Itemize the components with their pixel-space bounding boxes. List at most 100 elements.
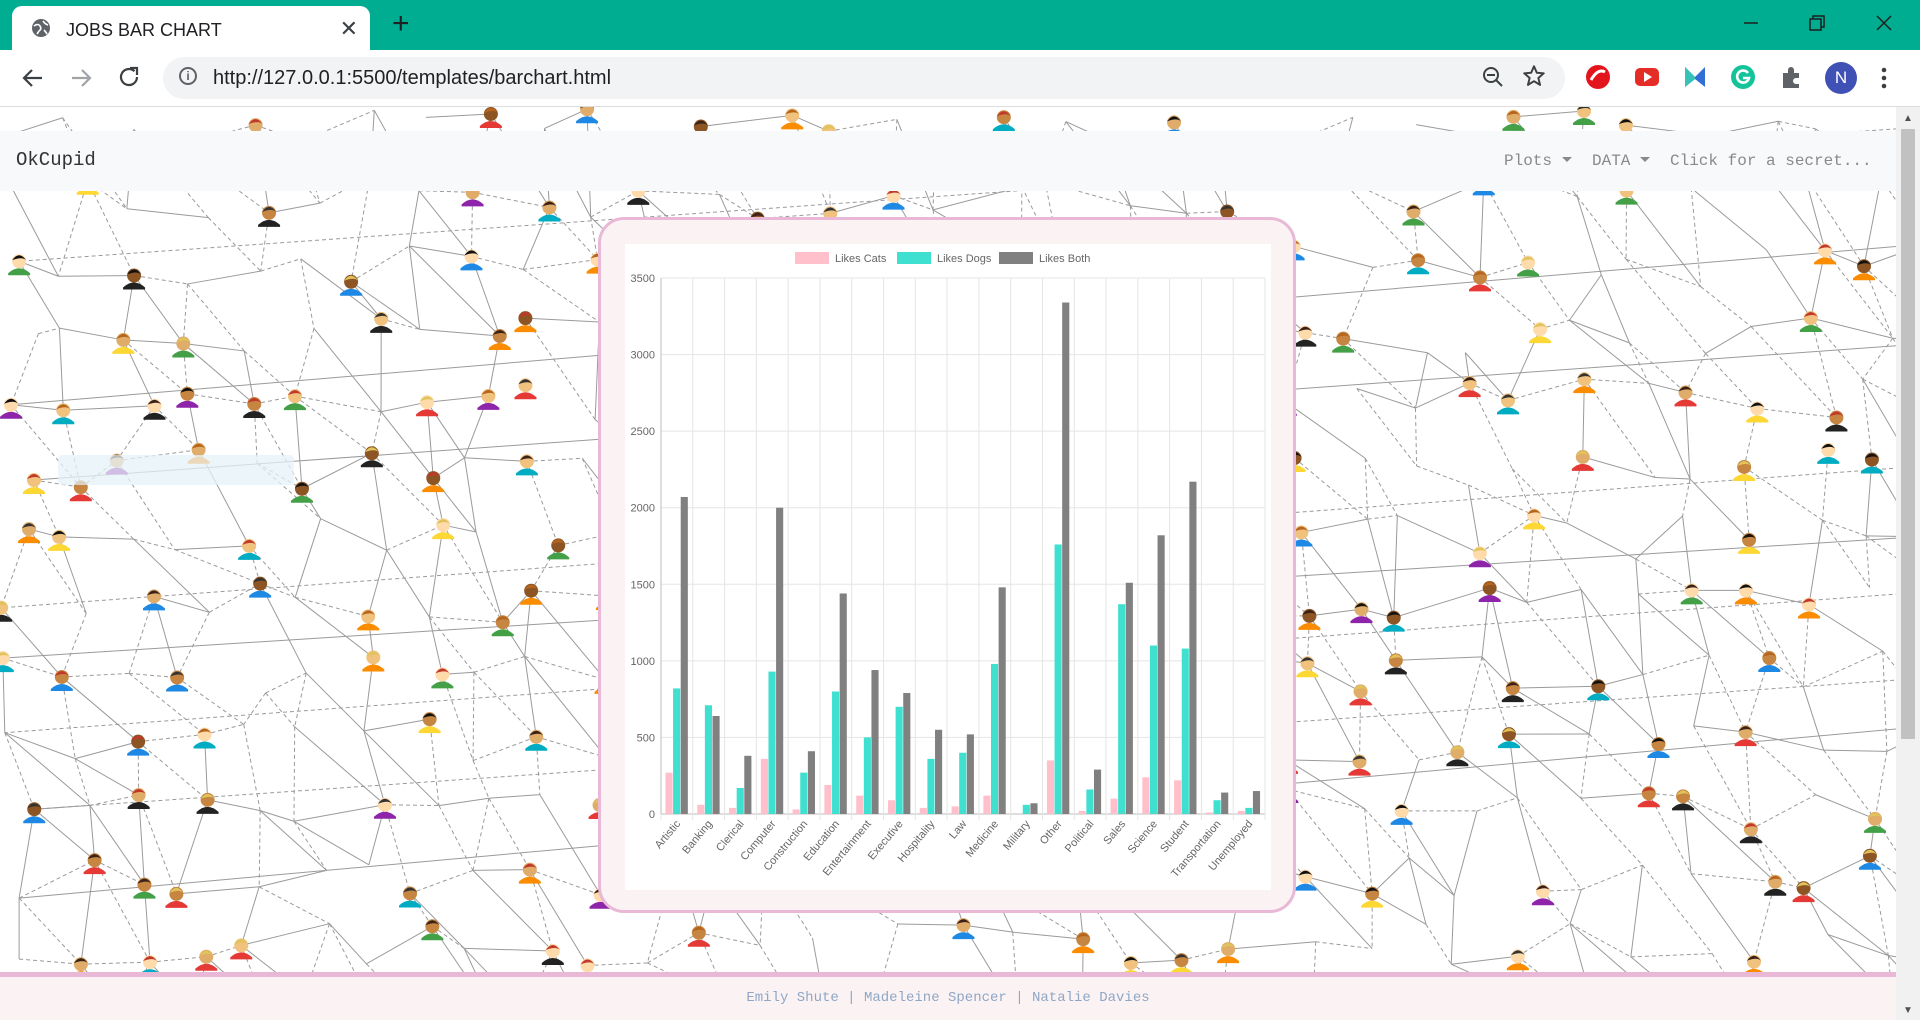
plots-dropdown[interactable]: Plots <box>1504 152 1573 170</box>
bar-banking-likes-dogs <box>704 705 712 814</box>
x-tick-label: Military <box>1001 818 1033 853</box>
close-tab-icon[interactable]: ✕ <box>340 16 358 42</box>
minimize-icon[interactable] <box>1740 12 1762 34</box>
plots-label: Plots <box>1504 152 1553 170</box>
browser-tab-bar: JOBS BAR CHART ✕ + <box>0 0 1920 50</box>
bar-sales-likes-dogs <box>1118 604 1126 814</box>
forward-arrow-icon[interactable] <box>68 66 94 90</box>
bar-construction-likes-dogs <box>800 772 808 814</box>
bar-political-likes-dogs <box>1086 789 1094 814</box>
chart-panel: Likes Cats Likes Dogs Likes Both 0 500 1000 15… <box>625 244 1271 890</box>
address-bar[interactable]: i http://127.0.0.1:5500/templates/barcha… <box>163 57 1565 99</box>
legend-label-1: Likes Cats <box>835 253 887 265</box>
bar-executive-likes-cats <box>887 800 896 814</box>
legend-swatch-1 <box>795 252 829 264</box>
web-page: OkCupid Plots DATA Click for a secret...… <box>0 107 1896 1020</box>
bar-sales-likes-cats <box>1110 798 1118 814</box>
close-window-icon[interactable] <box>1873 12 1895 34</box>
bar-other-likes-cats <box>1046 760 1055 814</box>
scroll-down-arrow-icon[interactable]: ▼ <box>1903 1005 1913 1016</box>
x-tick-label: Sales <box>1101 818 1128 847</box>
bar-artistic-likes-both <box>680 496 688 814</box>
puzzle-extensions-icon[interactable] <box>1778 64 1804 90</box>
y-tick-label: 1500 <box>631 579 655 591</box>
bar-student-likes-both <box>1189 481 1197 814</box>
grammarly-extension-icon[interactable] <box>1730 64 1756 90</box>
bar-hospitality-likes-cats <box>919 807 927 814</box>
bar-military-likes-both <box>1030 803 1038 814</box>
bar-science-likes-cats <box>1142 777 1150 814</box>
tab-title: JOBS BAR CHART <box>66 20 222 40</box>
bar-law-likes-cats <box>951 806 959 814</box>
bar-banking-likes-cats <box>697 804 705 814</box>
browser-tab[interactable]: JOBS BAR CHART ✕ <box>12 6 370 50</box>
bar-medicine-likes-both <box>998 587 1006 814</box>
data-label: DATA <box>1592 152 1631 170</box>
legend-label-2: Likes Dogs <box>937 253 992 265</box>
secret-link[interactable]: Click for a secret... <box>1670 152 1872 170</box>
data-dropdown[interactable]: DATA <box>1592 152 1651 170</box>
jobs-bar-chart: Likes Cats Likes Dogs Likes Both 0 500 1000 15… <box>631 252 1266 880</box>
bar-executive-likes-both <box>903 693 911 814</box>
y-tick-label: 0 <box>649 809 655 821</box>
x-tick-label: Political <box>1063 818 1097 855</box>
restore-icon[interactable] <box>1806 12 1828 34</box>
back-arrow-icon[interactable] <box>20 66 46 90</box>
new-tab-button[interactable]: + <box>392 9 410 39</box>
scroll-up-arrow-icon[interactable]: ▲ <box>1903 113 1913 124</box>
footer-credits: Emily Shute | Madeleine Spencer | Natali… <box>746 990 1150 1006</box>
bar-executive-likes-dogs <box>895 706 903 814</box>
bar-transportation-likes-both <box>1221 792 1229 814</box>
more-menu-icon[interactable] <box>1880 66 1888 90</box>
zoom-out-icon[interactable] <box>1481 65 1505 89</box>
site-navbar: OkCupid Plots DATA Click for a secret... <box>0 131 1896 191</box>
x-tick-label: Clerical <box>714 818 747 854</box>
bar-other-likes-both <box>1062 302 1070 814</box>
bar-student-likes-dogs <box>1181 648 1189 814</box>
bar-clerical-likes-dogs <box>736 787 744 814</box>
y-tick-label: 2000 <box>631 503 655 515</box>
bookmark-star-icon[interactable] <box>1521 63 1547 89</box>
bar-entertainment-likes-both <box>871 670 879 814</box>
chart-legend: Likes Cats Likes Dogs Likes Both <box>795 252 1090 265</box>
x-tick-label: Medicine <box>964 818 1001 859</box>
globe-icon <box>32 19 50 37</box>
bar-entertainment-likes-cats <box>856 795 864 814</box>
bar-construction-likes-cats <box>792 809 800 814</box>
bar-unemployed-likes-cats <box>1237 810 1245 814</box>
bar-sales-likes-both <box>1125 582 1133 814</box>
url-text[interactable]: http://127.0.0.1:5500/templates/barchart… <box>213 67 611 90</box>
x-tick-label: Banking <box>680 818 715 856</box>
reload-icon[interactable] <box>116 64 142 90</box>
trend-micro-extension-icon[interactable] <box>1585 64 1611 90</box>
bar-education-likes-both <box>839 593 847 814</box>
profile-avatar[interactable]: N <box>1825 62 1857 94</box>
bar-political-likes-both <box>1093 769 1102 814</box>
bookmark-extension-icon[interactable] <box>1682 64 1708 90</box>
youtube-extension-icon[interactable] <box>1634 64 1660 90</box>
bar-clerical-likes-both <box>744 755 752 814</box>
chart-grid <box>660 277 1266 820</box>
bar-science-likes-dogs <box>1149 645 1158 814</box>
scrollbar-thumb[interactable] <box>1901 129 1915 739</box>
chart-card: Likes Cats Likes Dogs Likes Both 0 500 1000 15… <box>598 217 1296 913</box>
bar-artistic-likes-dogs <box>673 688 681 814</box>
bar-unemployed-likes-dogs <box>1245 807 1253 814</box>
bar-education-likes-cats <box>824 784 832 814</box>
brand-logo[interactable]: OkCupid <box>16 149 96 171</box>
legend-swatch-2 <box>897 252 931 264</box>
bar-other-likes-dogs <box>1054 544 1062 814</box>
y-tick-label: 500 <box>637 732 655 744</box>
bar-computer-likes-dogs <box>768 671 776 814</box>
bar-law-likes-both <box>966 734 974 814</box>
y-tick-label: 2500 <box>631 426 655 438</box>
x-tick-label: Law <box>947 818 969 841</box>
bar-clerical-likes-cats <box>729 807 737 814</box>
legend-label-3: Likes Both <box>1039 253 1090 265</box>
page-scrollbar[interactable]: ▲ ▼ <box>1896 107 1920 1020</box>
x-tick-label: Other <box>1038 818 1065 847</box>
bar-medicine-likes-cats <box>983 795 991 814</box>
site-info-icon[interactable]: i <box>179 67 197 85</box>
bar-student-likes-cats <box>1174 780 1182 814</box>
bar-banking-likes-both <box>712 715 720 814</box>
